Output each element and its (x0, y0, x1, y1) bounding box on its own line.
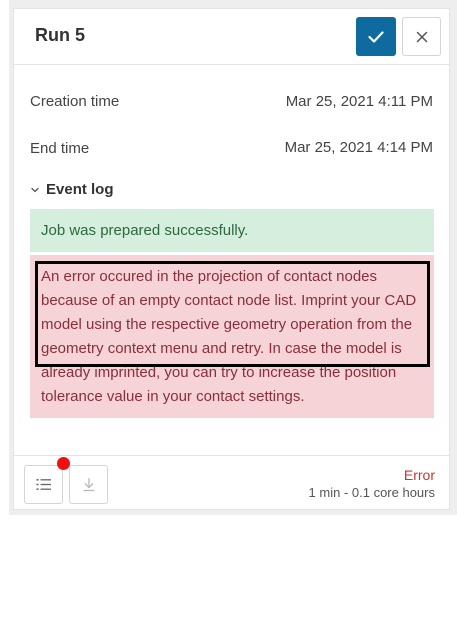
close-button[interactable] (402, 17, 441, 56)
event-list-button[interactable] (24, 465, 63, 504)
creation-time-label: Creation time (30, 93, 120, 110)
end-time-label: End time (30, 140, 90, 157)
check-icon (368, 30, 384, 43)
usage-info: 1 min - 0.1 core hours (308, 485, 435, 500)
download-icon (83, 478, 94, 492)
close-icon (416, 31, 427, 42)
chevron-down-icon (31, 187, 39, 192)
list-icon (36, 479, 51, 490)
download-button[interactable] (69, 465, 108, 504)
success-log-entry: Job was prepared successfully. (30, 209, 434, 252)
page-title: Run 5 (35, 25, 86, 45)
confirm-button[interactable] (356, 17, 396, 56)
panel-footer: Error 1 min - 0.1 core hours (14, 455, 449, 511)
creation-time-value: Mar 25, 2021 4:11 PM (285, 93, 433, 110)
event-log-label: Event log (46, 181, 114, 198)
event-log-toggle[interactable]: Event log (30, 181, 114, 198)
error-log-entry: An error occured in the projection of co… (30, 255, 434, 418)
panel-header: Run 5 (14, 9, 449, 65)
run-details-panel: Run 5 Creation time Mar 25, 2021 4:11 PM… (13, 8, 450, 510)
end-time-value: Mar 25, 2021 4:14 PM (284, 139, 433, 156)
status-badge: Error (403, 467, 435, 483)
